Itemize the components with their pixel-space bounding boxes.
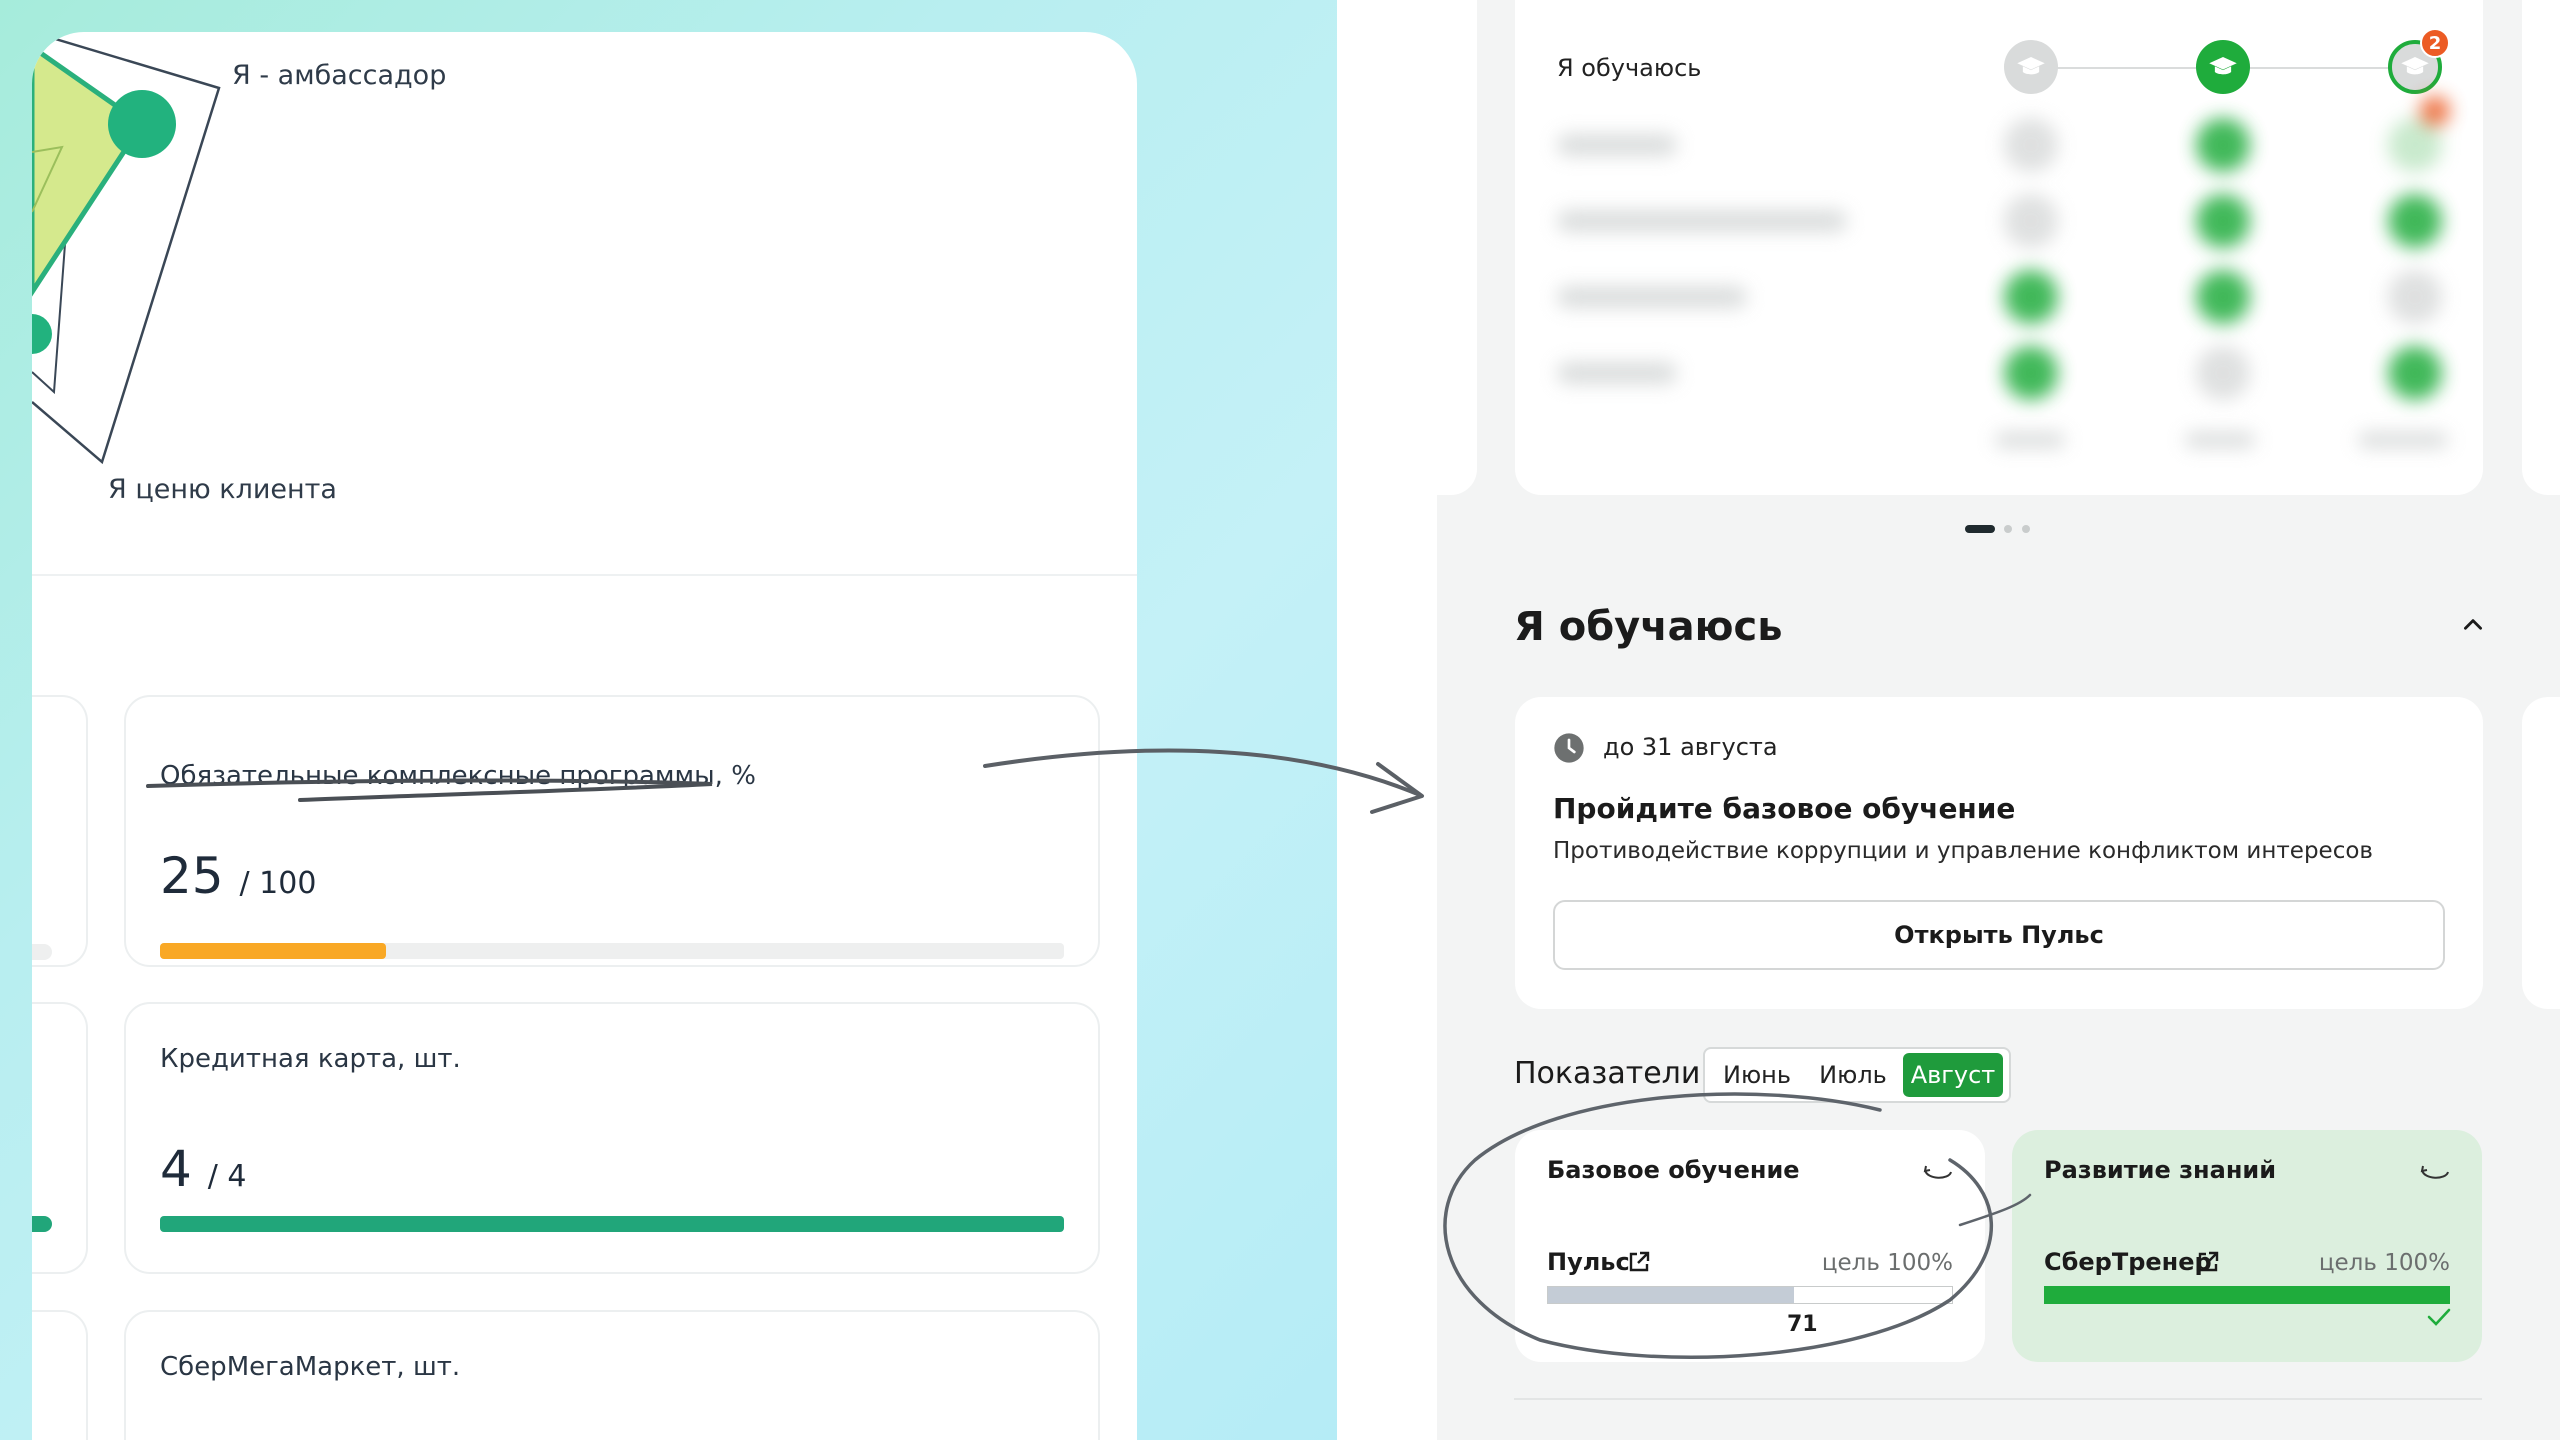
- pager-dot-active[interactable]: [1965, 525, 1995, 533]
- step-connector: [2030, 67, 2220, 69]
- radar-fill-area: [32, 43, 146, 297]
- chevron-up-icon[interactable]: [2460, 612, 2486, 638]
- profile-card: Я - амбассадор Я ценю клиента Обязательн…: [32, 32, 1137, 1440]
- radar-point-ambassador: [108, 90, 176, 158]
- refresh-icon[interactable]: [1921, 1160, 1955, 1184]
- arrow-head: [1370, 762, 1424, 814]
- external-link-icon[interactable]: [2196, 1250, 2220, 1274]
- radar-label-ambassador: Я - амбассадор: [232, 60, 447, 91]
- step-completed-grey[interactable]: [2004, 40, 2058, 94]
- external-link-icon[interactable]: [1627, 1250, 1651, 1274]
- indicator-title: Развитие знаний: [2044, 1156, 2277, 1184]
- checkmark-icon: [2427, 1308, 2451, 1326]
- metric-progress-fill: [160, 943, 386, 959]
- radar-point-client: [32, 314, 52, 354]
- graduation-cap-icon: [2209, 57, 2237, 75]
- metric-progress-fill: [160, 1216, 1064, 1232]
- notification-badge: 2: [2420, 28, 2450, 58]
- refresh-icon[interactable]: [2418, 1160, 2452, 1184]
- radar-chart: [32, 32, 221, 465]
- indicator-card-knowledge[interactable]: Развитие знаний СберТренер цель 100%: [2012, 1130, 2482, 1362]
- step-completed-green[interactable]: [2196, 40, 2250, 94]
- indicator-progress-fill: [2045, 1287, 2449, 1303]
- graduation-cap-icon: [2401, 57, 2429, 75]
- clock-icon: [1554, 733, 1584, 763]
- month-tab-june[interactable]: Июнь: [1711, 1053, 1803, 1097]
- metric-card-credit-card[interactable]: Кредитная карта, шт. 4 / 4: [124, 1002, 1100, 1274]
- carousel-card-next[interactable]: [2522, 0, 2560, 495]
- indicator-name[interactable]: СберТренер: [2044, 1248, 2212, 1276]
- task-card-next[interactable]: [2522, 697, 2560, 1009]
- task-subtitle: Противодействие коррупции и управление к…: [1553, 838, 2373, 864]
- task-title: Пройдите базовое обучение: [1553, 792, 2016, 825]
- metric-progress-bar: [160, 1216, 1064, 1232]
- pager-dot[interactable]: [2022, 525, 2030, 533]
- indicators-label: Показатели: [1514, 1056, 1701, 1091]
- section-title: Я обучаюсь: [1514, 604, 1783, 650]
- indicator-progress-fill: [1548, 1287, 1795, 1303]
- section-divider: [32, 574, 1137, 576]
- step-connector: [2222, 67, 2412, 69]
- graduation-cap-icon: [2017, 57, 2045, 75]
- carousel-card-prev[interactable]: [1437, 0, 1477, 495]
- indicator-progress-bar: [2044, 1286, 2450, 1304]
- indicator-title: Базовое обучение: [1547, 1156, 1800, 1184]
- metric-title: Обязательные комплексные программы, %: [160, 761, 756, 791]
- partial-metric-card[interactable]: [32, 695, 88, 967]
- progress-row-title: Я обучаюсь: [1557, 54, 1702, 82]
- metric-value: 25 / 100: [160, 847, 317, 905]
- metric-title: Кредитная карта, шт.: [160, 1044, 461, 1074]
- month-switcher: Июнь Июль Август: [1703, 1047, 2011, 1103]
- metric-title: СберМегаМаркет, шт.: [160, 1352, 461, 1382]
- deadline-text: до 31 августа: [1603, 733, 1778, 761]
- month-tab-july[interactable]: Июль: [1807, 1053, 1899, 1097]
- open-pulse-button[interactable]: Открыть Пульс: [1553, 900, 2445, 970]
- indicator-goal: цель 100%: [2318, 1250, 2450, 1276]
- month-tab-august[interactable]: Август: [1903, 1053, 2003, 1097]
- partial-metric-card[interactable]: [32, 1002, 88, 1274]
- metric-card-megamarket[interactable]: СберМегаМаркет, шт.: [124, 1310, 1100, 1440]
- radar-label-client: Я ценю клиента: [108, 474, 337, 505]
- metric-card-programs[interactable]: Обязательные комплексные программы, % 25…: [124, 695, 1100, 967]
- indicator-goal: цель 100%: [1821, 1250, 1953, 1276]
- indicator-card-basic[interactable]: Базовое обучение Пульс цель 100% 71: [1515, 1130, 1985, 1362]
- indicator-name[interactable]: Пульс: [1547, 1248, 1630, 1276]
- indicator-value: 71: [1787, 1312, 1818, 1337]
- pager-dot[interactable]: [2004, 525, 2012, 533]
- bottom-divider: [1514, 1398, 2482, 1400]
- metric-progress-bar: [160, 943, 1064, 959]
- partial-metric-card[interactable]: [32, 1310, 88, 1440]
- indicator-progress-bar: [1547, 1286, 1953, 1304]
- metric-value: 4 / 4: [160, 1140, 247, 1198]
